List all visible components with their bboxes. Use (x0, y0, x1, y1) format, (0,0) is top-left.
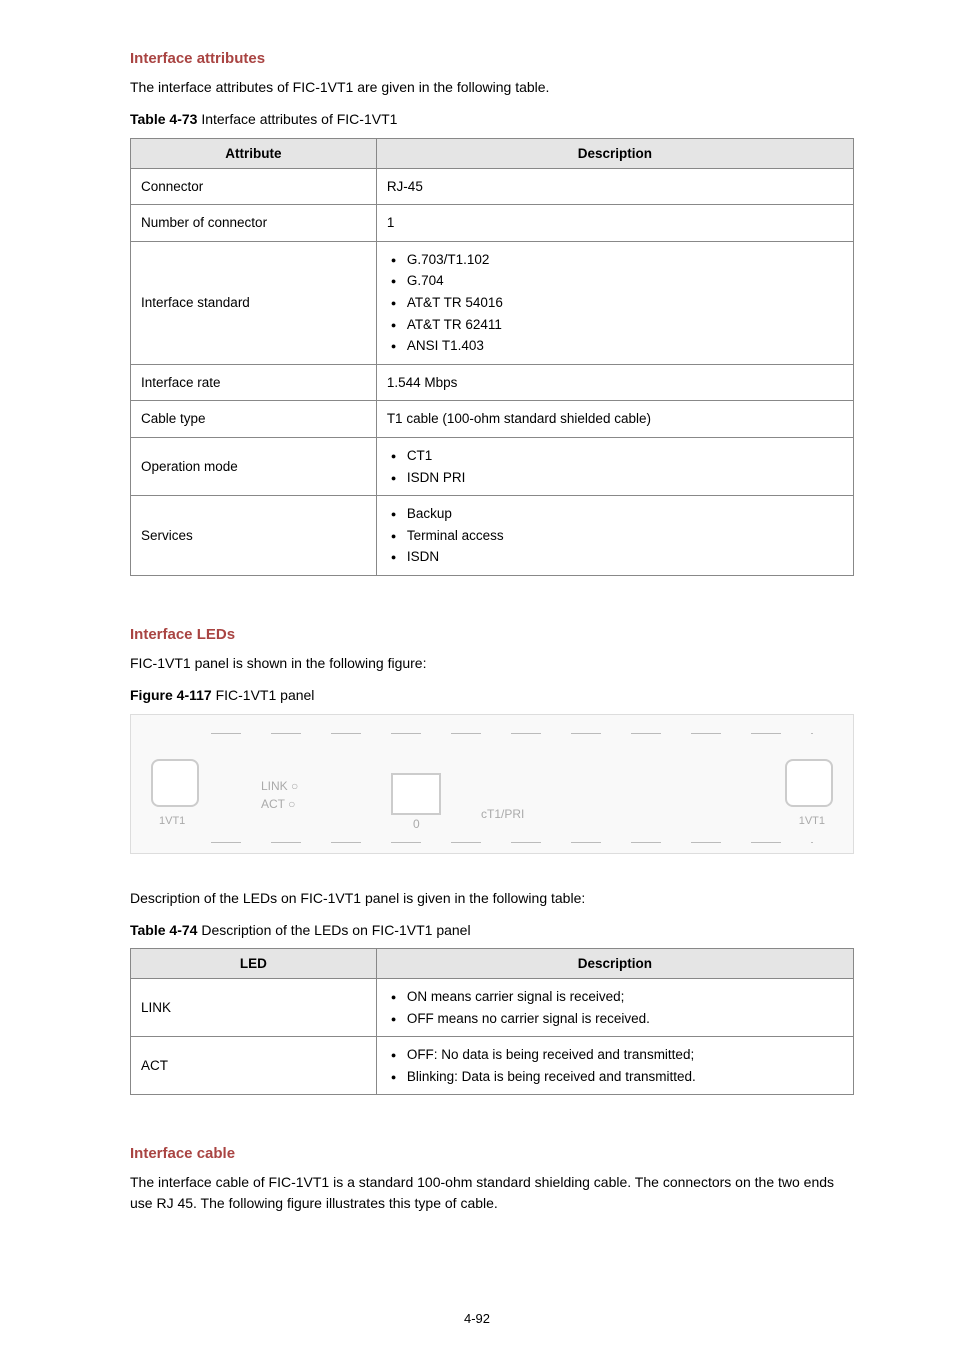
cell-attr: Cable type (131, 401, 377, 438)
table-caption-474: Table 4-74 Description of the LEDs on FI… (130, 921, 854, 941)
connector-icon (785, 759, 833, 807)
cell-attr: Number of connector (131, 205, 377, 242)
cell-desc: 1.544 Mbps (376, 364, 853, 401)
cell-attr: Interface standard (131, 241, 377, 364)
list-item: Backup (391, 503, 843, 525)
cell-led: LINK (131, 979, 377, 1037)
cell-desc: OFF: No data is being received and trans… (376, 1037, 853, 1095)
cell-attr: Operation mode (131, 437, 377, 495)
cell-attr: Connector (131, 168, 377, 205)
table-row: Connector RJ-45 (131, 168, 854, 205)
figure-rule (211, 733, 813, 734)
list-item: G.703/T1.102 (391, 249, 843, 271)
table-row: Interface rate 1.544 Mbps (131, 364, 854, 401)
led-labels: LINK ○ ACT ○ (261, 777, 298, 813)
label-1vt1-right: 1VT1 (799, 815, 825, 827)
cell-desc: T1 cable (100-ohm standard shielded cabl… (376, 401, 853, 438)
cell-led: ACT (131, 1037, 377, 1095)
list-item: ON means carrier signal is received; (391, 986, 843, 1008)
section-heading-cable: Interface cable (130, 1145, 854, 1162)
caption-bold: Table 4-74 (130, 922, 197, 938)
attributes-table: Attribute Description Connector RJ-45 Nu… (130, 138, 854, 576)
cable-body: The interface cable of FIC-1VT1 is a sta… (130, 1172, 854, 1214)
panel-figure: LINK ○ ACT ○ cT1/PRI 1VT1 1VT1 (130, 714, 854, 854)
cell-attr: Services (131, 496, 377, 576)
section-heading-attributes: Interface attributes (130, 50, 854, 67)
leds-table: LED Description LINK ON means carrier si… (130, 948, 854, 1095)
th-led: LED (131, 949, 377, 979)
cell-desc: CT1 ISDN PRI (376, 437, 853, 495)
list-item: AT&T TR 62411 (391, 314, 843, 336)
connector-icon (151, 759, 199, 807)
led-act-label: ACT ○ (261, 795, 298, 813)
cell-desc: G.703/T1.102 G.704 AT&T TR 54016 AT&T TR… (376, 241, 853, 364)
cell-desc: Backup Terminal access ISDN (376, 496, 853, 576)
list-item: Blinking: Data is being received and tra… (391, 1066, 843, 1088)
th-description: Description (376, 138, 853, 168)
cell-desc: 1 (376, 205, 853, 242)
list-item: ISDN (391, 546, 843, 568)
list-item: G.704 (391, 270, 843, 292)
table-row: ACT OFF: No data is being received and t… (131, 1037, 854, 1095)
table-row: Services Backup Terminal access ISDN (131, 496, 854, 576)
table-row: Number of connector 1 (131, 205, 854, 242)
port-icon (391, 773, 441, 815)
caption-bold: Figure 4-117 (130, 687, 212, 703)
intro-leds: FIC-1VT1 panel is shown in the following… (130, 653, 854, 674)
page-number: 4-92 (0, 1311, 954, 1326)
cell-attr: Interface rate (131, 364, 377, 401)
figure-caption-4117: Figure 4-117 FIC-1VT1 panel (130, 686, 854, 706)
list-item: ANSI T1.403 (391, 335, 843, 357)
table-row: Cable type T1 cable (100-ohm standard sh… (131, 401, 854, 438)
table-caption-473: Table 4-73 Interface attributes of FIC-1… (130, 110, 854, 130)
caption-rest: Description of the LEDs on FIC-1VT1 pane… (197, 922, 470, 938)
cell-desc: ON means carrier signal is received; OFF… (376, 979, 853, 1037)
ctpri-label: cT1/PRI (481, 807, 524, 821)
caption-rest: Interface attributes of FIC-1VT1 (197, 111, 397, 127)
list-item: AT&T TR 54016 (391, 292, 843, 314)
label-1vt1-left: 1VT1 (159, 815, 185, 827)
list-item: OFF means no carrier signal is received. (391, 1008, 843, 1030)
caption-rest: FIC-1VT1 panel (212, 687, 315, 703)
figure-rule (211, 842, 813, 843)
th-attribute: Attribute (131, 138, 377, 168)
list-item: Terminal access (391, 525, 843, 547)
caption-bold: Table 4-73 (130, 111, 197, 127)
list-item: ISDN PRI (391, 467, 843, 489)
table-row: LINK ON means carrier signal is received… (131, 979, 854, 1037)
list-item: CT1 (391, 445, 843, 467)
section-heading-leds: Interface LEDs (130, 626, 854, 643)
table-row: Operation mode CT1 ISDN PRI (131, 437, 854, 495)
table-row: Interface standard G.703/T1.102 G.704 AT… (131, 241, 854, 364)
intro-attributes: The interface attributes of FIC-1VT1 are… (130, 77, 854, 98)
led-link-label: LINK ○ (261, 777, 298, 795)
cell-desc: RJ-45 (376, 168, 853, 205)
th-description: Description (376, 949, 853, 979)
list-item: OFF: No data is being received and trans… (391, 1044, 843, 1066)
leds-table-intro: Description of the LEDs on FIC-1VT1 pane… (130, 888, 854, 909)
